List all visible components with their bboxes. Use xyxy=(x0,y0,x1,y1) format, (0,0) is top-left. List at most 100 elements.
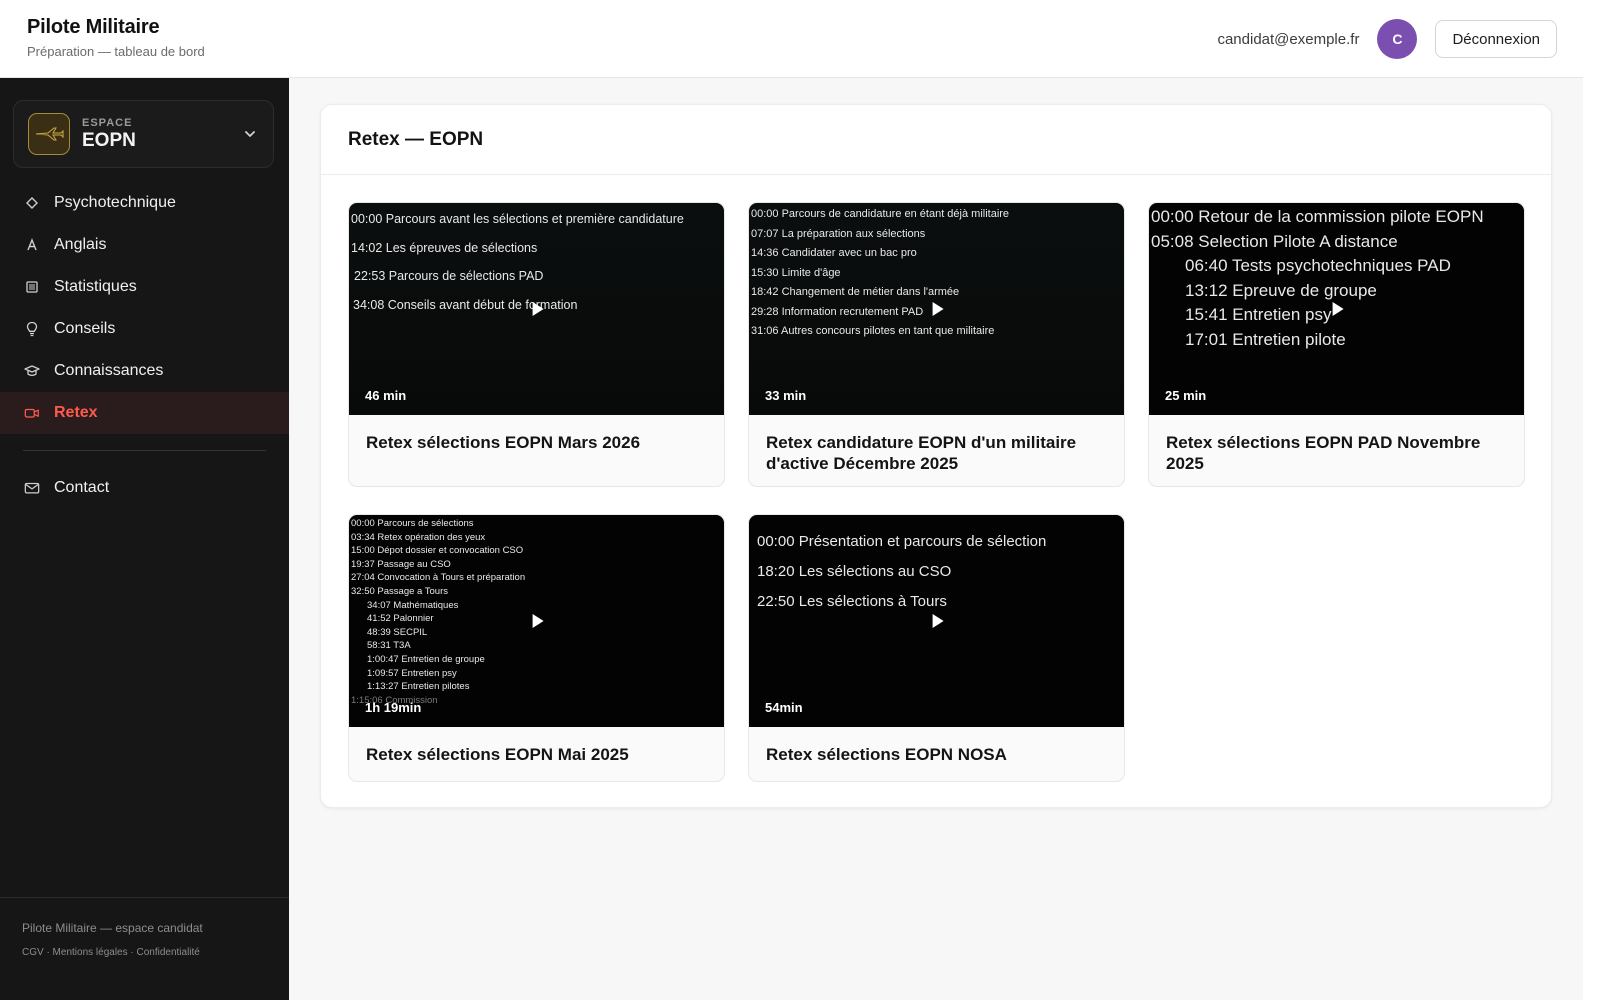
footer-title: Pilote Militaire — espace candidat xyxy=(22,921,203,935)
top-header: Pilote Militaire Préparation — tableau d… xyxy=(0,0,1583,78)
video-card[interactable]: 00:00 Retour de la commission pilote EOP… xyxy=(1148,202,1525,487)
chapter-line: 32:50 Passage a Tours xyxy=(351,585,449,597)
video-title[interactable]: Retex sélections EOPN PAD Novembre 2025 xyxy=(1149,415,1524,474)
letter-a-icon xyxy=(24,237,40,253)
sidebar-item-label: Conseils xyxy=(54,320,116,337)
video-card[interactable]: 00:00 Parcours avant les sélections et p… xyxy=(348,202,725,487)
chapter-line: 00:00 Parcours avant les sélections et p… xyxy=(351,212,684,226)
play-icon[interactable] xyxy=(932,302,944,316)
space-name: EOPN xyxy=(82,129,136,151)
chapter-list: 00:00 Parcours de sélections 03:34 Retex… xyxy=(351,517,720,707)
video-thumbnail[interactable]: 00:00 Retour de la commission pilote EOP… xyxy=(1149,203,1524,415)
nav-divider xyxy=(23,450,266,451)
video-thumbnail[interactable]: 00:00 Présentation et parcours de sélect… xyxy=(749,515,1124,727)
space-selector[interactable]: ESPACE EOPN xyxy=(13,100,274,168)
chapter-line: 58:31 T3A xyxy=(367,640,411,652)
page-title: Retex — EOPN xyxy=(348,128,484,150)
play-icon[interactable] xyxy=(932,614,944,628)
video-thumbnail[interactable]: 00:00 Parcours de sélections 03:34 Retex… xyxy=(349,515,724,727)
chapter-line: 00:00 Parcours de sélections xyxy=(351,518,474,529)
graduation-cap-icon xyxy=(24,363,40,379)
chapter-line: 1:00:47 Entretien de groupe xyxy=(367,653,485,665)
chapter-line: 15:00 Dépot dossier et convocation CSO xyxy=(351,545,524,557)
video-title[interactable]: Retex sélections EOPN Mars 2026 xyxy=(349,415,724,453)
video-thumbnail[interactable]: 00:00 Parcours de candidature en étant d… xyxy=(749,203,1124,415)
sidebar-item-label: Retex xyxy=(54,404,98,421)
avatar[interactable]: C xyxy=(1377,19,1418,59)
play-icon[interactable] xyxy=(532,302,544,316)
chapter-line: 14:02 Les épreuves de sélections xyxy=(351,240,538,255)
sidebar-item-label: Contact xyxy=(54,479,110,496)
chapter-list: 00:00 Parcours de candidature en étant d… xyxy=(751,205,1120,342)
chapter-line: 05:08 Selection Pilote A distance xyxy=(1151,231,1398,251)
retex-panel: Retex — EOPN 00:00 Parcours avant les sé… xyxy=(320,104,1552,808)
play-icon[interactable] xyxy=(1332,302,1344,316)
sidebar: ESPACE EOPN Psychotechnique Anglais Stat… xyxy=(0,78,289,1000)
panel-header: Retex — EOPN xyxy=(321,105,1551,175)
sidebar-item-retex[interactable]: Retex xyxy=(0,392,289,434)
video-title[interactable]: Retex sélections EOPN Mai 2025 xyxy=(349,727,724,765)
diamond-icon xyxy=(24,195,40,211)
chapter-line: 27:04 Convocation à Tours et préparation xyxy=(351,572,526,584)
video-title[interactable]: Retex candidature EOPN d'un militaire d'… xyxy=(749,415,1124,474)
chapter-line: 00:00 Présentation et parcours de sélect… xyxy=(757,533,1047,550)
chapter-line: 22:50 Les sélections à Tours xyxy=(757,593,947,610)
chapter-line: 18:20 Les sélections au CSO xyxy=(757,563,952,580)
chapter-line: 1:09:57 Entretien psy xyxy=(367,667,457,679)
play-icon[interactable] xyxy=(532,614,544,628)
footer-links[interactable]: CGV · Mentions légales · Confidentialité xyxy=(22,947,289,958)
sidebar-footer: Pilote Militaire — espace candidat CGV ·… xyxy=(0,897,289,958)
video-card[interactable]: 00:00 Parcours de candidature en étant d… xyxy=(748,202,1125,487)
video-duration: 54min xyxy=(765,700,803,715)
video-thumbnail[interactable]: 00:00 Parcours avant les sélections et p… xyxy=(349,203,724,415)
brand-title: Pilote Militaire xyxy=(27,16,160,38)
space-kicker: ESPACE xyxy=(82,116,133,129)
chapter-line: 19:37 Passage au CSO xyxy=(351,558,451,570)
sidebar-item-connaissances[interactable]: Connaissances xyxy=(0,350,289,392)
video-duration: 1h 19min xyxy=(365,700,422,715)
list-icon xyxy=(24,279,40,295)
chapter-line: 34:07 Mathématiques xyxy=(367,599,459,611)
user-email: candidat@exemple.fr xyxy=(1217,30,1360,48)
sidebar-item-statistiques[interactable]: Statistiques xyxy=(0,266,289,308)
chapter-line: 13:12 Epreuve de groupe xyxy=(1185,280,1377,300)
video-camera-icon xyxy=(24,405,40,421)
chapter-line: 22:53 Parcours de sélections PAD xyxy=(354,269,544,283)
video-duration: 46 min xyxy=(365,388,407,403)
chapter-line: 31:06 Autres concours pilotes en tant qu… xyxy=(751,325,995,337)
lightbulb-icon xyxy=(24,321,40,337)
video-card[interactable]: 00:00 Présentation et parcours de sélect… xyxy=(748,514,1125,782)
video-duration: 25 min xyxy=(1165,388,1207,403)
mail-icon xyxy=(24,480,40,496)
video-duration: 33 min xyxy=(765,388,807,403)
brand-subtitle: Préparation — tableau de bord xyxy=(27,44,205,59)
user-area: candidat@exemple.fr C Déconnexion xyxy=(1217,19,1557,59)
chapter-line: 00:00 Retour de la commission pilote EOP… xyxy=(1151,207,1484,226)
chevron-down-icon xyxy=(245,131,255,137)
sidebar-item-label: Statistiques xyxy=(54,278,137,295)
chapter-line: 00:00 Parcours de candidature en étant d… xyxy=(751,208,1010,220)
chapter-line: 03:34 Retex opération des yeux xyxy=(351,531,486,543)
page-scrollbar[interactable] xyxy=(1583,0,1600,1000)
video-title[interactable]: Retex sélections EOPN NOSA xyxy=(749,727,1124,765)
sidebar-item-contact[interactable]: Contact xyxy=(0,467,289,509)
chapter-line: 14:36 Candidater avec un bac pro xyxy=(751,247,917,259)
chapter-list: 00:00 Présentation et parcours de sélect… xyxy=(757,527,1120,617)
video-card[interactable]: 00:00 Parcours de sélections 03:34 Retex… xyxy=(348,514,725,782)
sidebar-item-conseils[interactable]: Conseils xyxy=(0,308,289,350)
logout-button[interactable]: Déconnexion xyxy=(1435,20,1557,58)
chapter-list: 00:00 Retour de la commission pilote EOP… xyxy=(1151,205,1520,352)
chapter-line: 06:40 Tests psychotechniques PAD xyxy=(1185,256,1451,275)
chapter-line: 1:13:27 Entretien pilotes xyxy=(367,681,470,693)
chapter-line: 07:07 La préparation aux sélections xyxy=(751,227,926,240)
sidebar-item-label: Connaissances xyxy=(54,362,164,379)
chapter-line: 18:42 Changement de métier dans l'armée xyxy=(751,286,960,298)
space-logo-icon xyxy=(28,113,70,155)
sidebar-item-psychotechnique[interactable]: Psychotechnique xyxy=(0,182,289,224)
chapter-line: 15:30 Limite d'âge xyxy=(751,266,841,279)
brand: Pilote Militaire Préparation — tableau d… xyxy=(27,16,205,59)
sidebar-nav: Psychotechnique Anglais Statistiques Con… xyxy=(0,182,289,509)
sidebar-item-label: Anglais xyxy=(54,236,107,253)
sidebar-item-anglais[interactable]: Anglais xyxy=(0,224,289,266)
chapter-line: 17:01 Entretien pilote xyxy=(1185,329,1346,349)
